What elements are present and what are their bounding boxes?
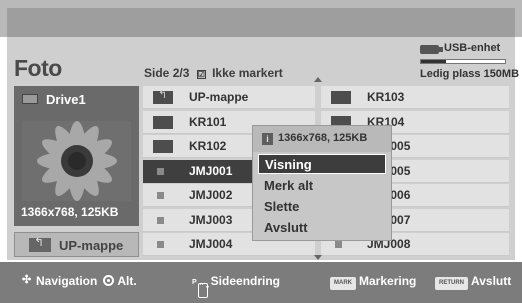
- page-prefix: Side: [144, 66, 170, 80]
- page-title: Foto: [14, 55, 62, 81]
- usb-icon: [420, 45, 443, 54]
- navigation-label: Navigation: [36, 274, 98, 288]
- scroll-up-arrow-icon[interactable]: [314, 77, 322, 82]
- return-label: Avslutt: [471, 274, 512, 288]
- storage-bar-fill: [421, 60, 447, 63]
- context-menu: i 1366x768, 125KB Visning Merk alt Slette A…: [252, 125, 392, 241]
- page-change-label: Sideendring: [210, 274, 281, 288]
- scroll-down-arrow-icon[interactable]: [314, 255, 322, 260]
- checkbox-icon: ☑: [196, 70, 206, 79]
- folder-icon: [331, 91, 351, 104]
- item-label: JMJ001: [189, 163, 233, 178]
- file-icon: [157, 167, 164, 175]
- item-label: JMJ003: [189, 212, 233, 227]
- return-key-icon: RETURN: [435, 277, 468, 290]
- footer-return: RETURN Avslutt: [435, 274, 511, 290]
- info-icon: i: [262, 133, 273, 145]
- drive-label: Drive1: [46, 92, 86, 107]
- top-strip: [7, 8, 515, 37]
- item-label: KR103: [367, 90, 405, 104]
- menu-option[interactable]: Slette: [258, 197, 386, 217]
- folder-up-icon: [29, 235, 51, 252]
- usb-label: USB-enhet: [444, 42, 501, 54]
- page-indicator: Side 2/3 ☑ Ikke markert: [144, 66, 283, 80]
- flower-image: [22, 121, 131, 201]
- item-label: UP-mappe: [189, 90, 249, 104]
- marked-status: Ikke markert: [212, 66, 283, 80]
- item-label: JMJ002: [189, 188, 233, 202]
- menu-option[interactable]: Avslutt: [258, 218, 386, 238]
- footer-navigation: Navigation Alt.: [22, 273, 137, 288]
- page-number: 2/3: [172, 66, 190, 80]
- file-icon: [335, 241, 342, 248]
- ok-alt-label: Alt.: [117, 274, 137, 288]
- folder-up-icon: [153, 88, 173, 104]
- item-label: KR102: [189, 139, 227, 153]
- folder-item[interactable]: KR103: [321, 86, 509, 109]
- menu-option[interactable]: Merk alt: [258, 176, 386, 196]
- folder-icon: [153, 115, 173, 129]
- folder-item[interactable]: UP-mappe: [143, 86, 315, 109]
- mark-label: Markering: [359, 274, 417, 288]
- page-updown-icon: ⌃⌄: [197, 283, 210, 298]
- folder-icon: [153, 140, 173, 153]
- footer-page-change: P⌃⌄Sideendring: [192, 274, 280, 298]
- item-label: KR101: [189, 114, 227, 129]
- free-space: Ledig plass 150MB: [420, 68, 520, 80]
- drive-icon: [22, 94, 38, 104]
- context-menu-header: i 1366x768, 125KB: [253, 126, 391, 152]
- p-key-label: P: [192, 279, 197, 286]
- top-band: [0, 0, 522, 37]
- up-folder-button[interactable]: UP-mappe: [14, 232, 139, 257]
- file-icon: [157, 241, 164, 248]
- ok-button-icon: [103, 275, 115, 286]
- up-folder-label: UP-mappe: [59, 238, 124, 253]
- file-icon: [157, 192, 164, 199]
- preview-thumbnail: [22, 121, 131, 201]
- file-icon: [157, 216, 164, 224]
- storage-bar: [420, 59, 506, 64]
- thumbnail-resolution: 1366x768, 125KB: [21, 205, 119, 219]
- footer-mark: MARK Markering: [330, 274, 416, 290]
- navigation-icon: [22, 273, 32, 286]
- mark-key-icon: MARK: [330, 277, 356, 290]
- preview-pane: Drive1 1366x768, 125KB: [14, 86, 139, 226]
- menu-option[interactable]: Visning: [258, 154, 386, 174]
- context-menu-title: 1366x768, 125KB: [278, 132, 368, 144]
- item-label: JMJ004: [189, 237, 233, 251]
- footer-bar: Navigation Alt. P⌃⌄Sideendring MARKMarker…: [0, 262, 522, 303]
- usb-status: USB-enhet Ledig plass 150MB: [420, 42, 519, 82]
